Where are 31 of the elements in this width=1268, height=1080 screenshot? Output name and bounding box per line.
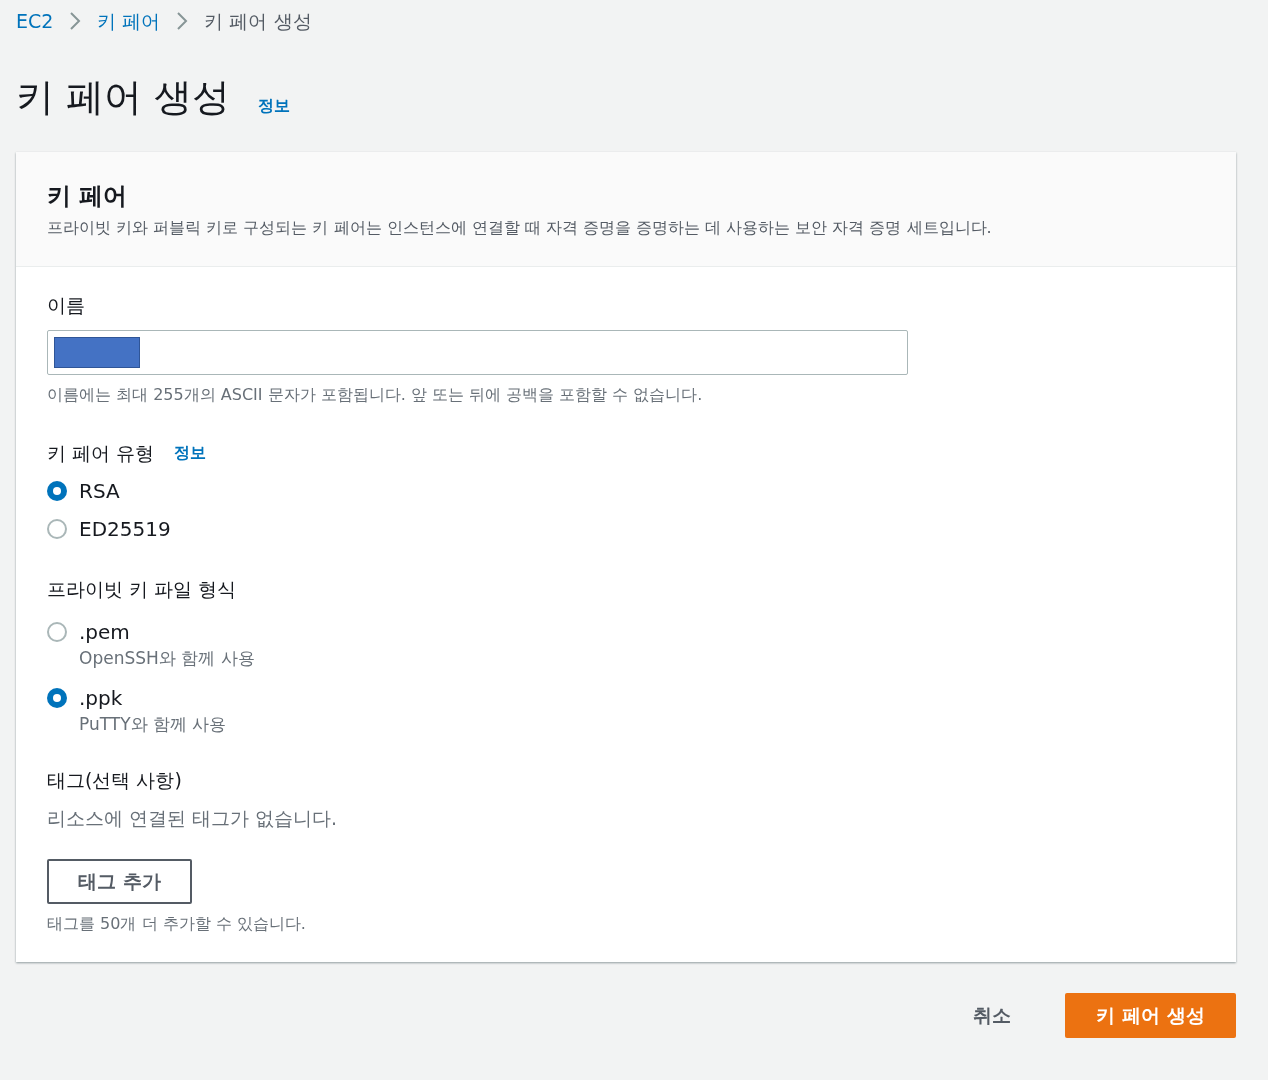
section-label: 태그(선택 사항) [47,767,183,793]
option-label: ED25519 [79,516,171,543]
name-input-field[interactable] [47,329,908,375]
option-label: RSA [79,478,120,505]
empty-tags-text: 리소스에 연결된 태그가 없습니다. [47,806,339,831]
option-label: .pem [79,618,131,646]
option-description: OpenSSH와 함께 사용 [79,646,255,670]
chevron-right-icon [176,11,189,31]
radio-button[interactable] [47,687,67,708]
tags-hint: 태그를 50개 더 추가할 수 있습니다. [47,912,307,935]
page-title: 키 페어 생성 [16,74,231,121]
radio-button[interactable] [47,481,67,501]
radio-button[interactable] [47,519,67,539]
radio-button[interactable] [47,621,67,642]
breadcrumb-link[interactable]: 키 페어 [97,6,161,36]
field-label: 키 페어 유형 [47,440,155,466]
chevron-right-icon [69,11,82,31]
info-link[interactable]: 정보 [258,94,291,118]
field-label: 프라이빗 키 파일 형식 [47,577,238,602]
info-link[interactable]: 정보 [174,440,207,465]
option-description: PuTTY와 함께 사용 [79,712,227,736]
field-label: 이름 [47,293,86,318]
breadcrumb-link[interactable]: EC2 [16,6,54,36]
add-tag-button[interactable]: 태그 추가 [47,858,192,904]
field-hint: 이름에는 최대 255개의 ASCII 문자가 포함됩니다. 앞 또는 뒤에 공백을 포함할 수 없습니다. [47,383,704,406]
option-label: .ppk [79,684,124,712]
breadcrumb-current: 키 페어 생성 [204,8,312,34]
card-description: 프라이빗 키와 퍼블릭 키로 구성되는 키 페어는 인스턴스에 연결할 때 자격 증명을 증명하는 데 사용하는 보안 자격 증명 세트입니다. [47,217,993,239]
create-key-pair-button[interactable]: 키 페어 생성 [1065,992,1236,1038]
cancel-button[interactable]: 취소 [965,992,1019,1038]
card-title: 키 페어 [47,181,129,212]
